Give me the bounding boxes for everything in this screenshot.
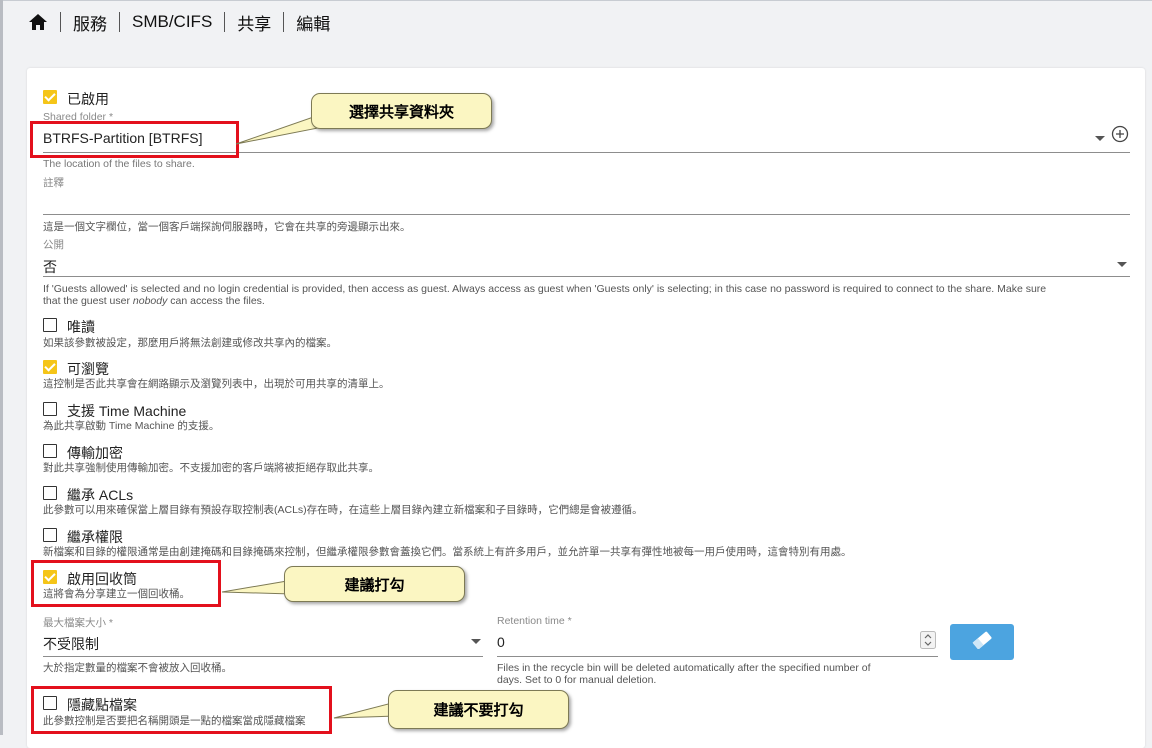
- callout-recommend-uncheck: 建議不要打勾: [388, 690, 569, 729]
- callout-pointers: [221, 113, 397, 719]
- callout-select-shared-folder: 選擇共享資料夾: [311, 93, 492, 129]
- callout-recommend-check: 建議打勾: [284, 566, 465, 602]
